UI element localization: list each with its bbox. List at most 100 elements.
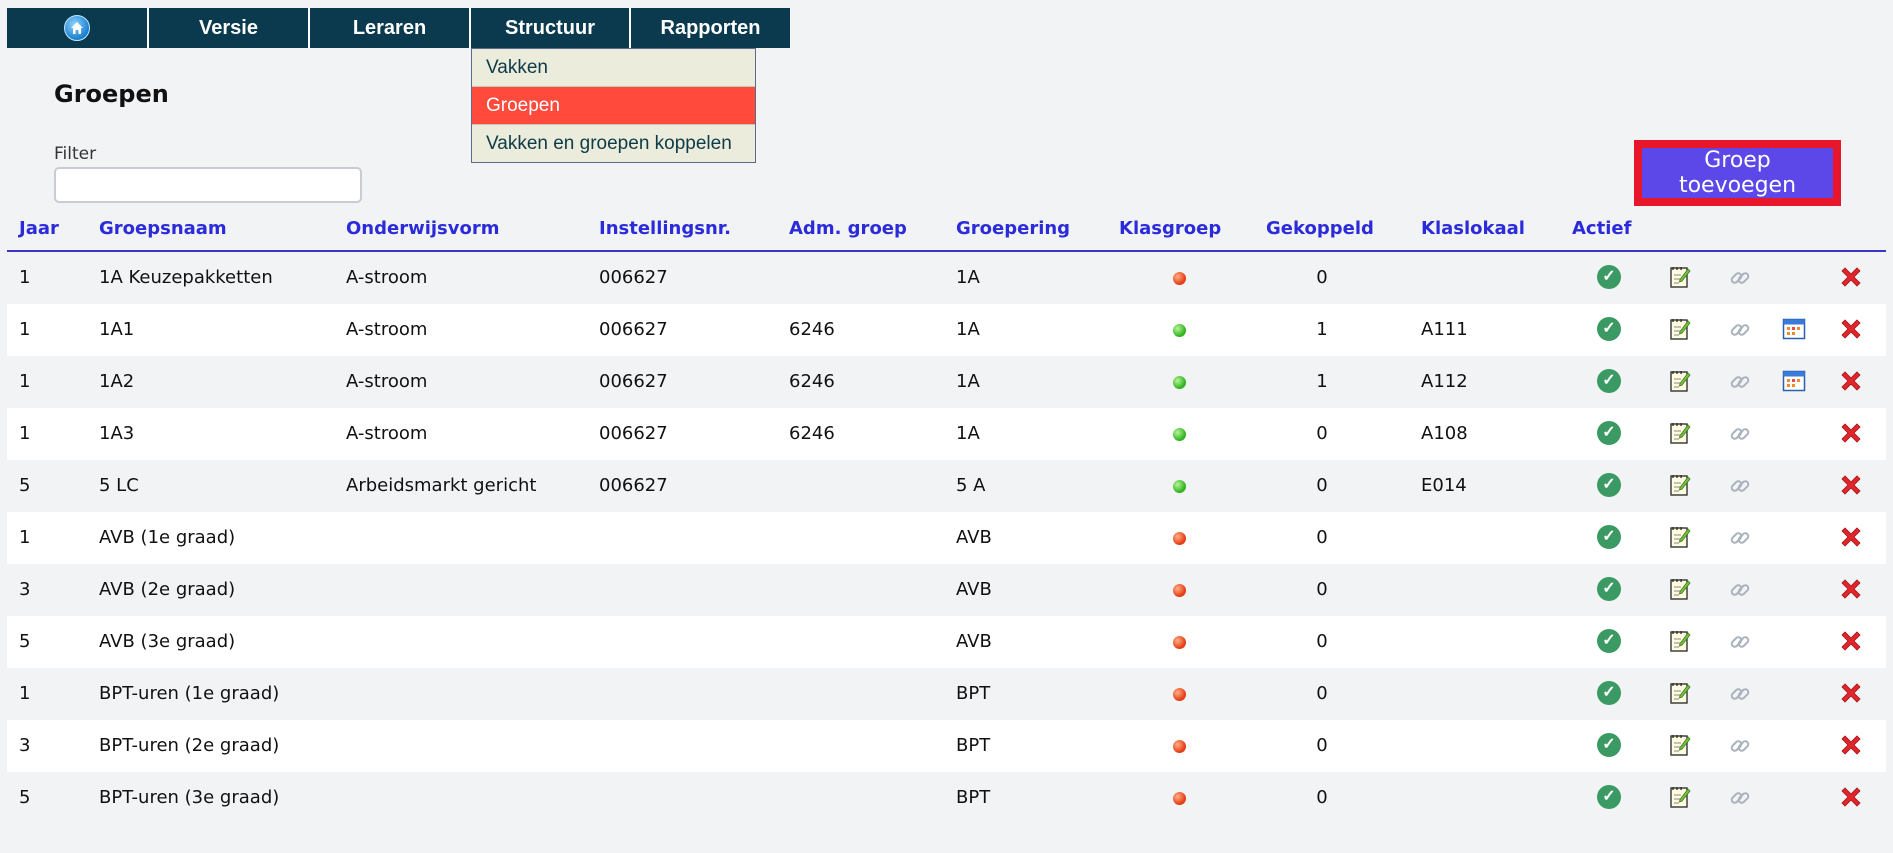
klasgroep-status-dot-icon: [1173, 740, 1186, 753]
cell-klaslokaal: E014: [1421, 475, 1467, 496]
cell-groepering: BPT: [956, 735, 991, 756]
cell-groepering: AVB: [956, 527, 992, 548]
link-icon[interactable]: [1729, 579, 1751, 601]
column-header-actief[interactable]: Actief: [1572, 218, 1631, 239]
cell-gekoppeld: 1: [1316, 371, 1328, 392]
cell-onderwijsvorm: Arbeidsmarkt gericht: [346, 475, 537, 496]
link-icon[interactable]: [1729, 475, 1751, 497]
link-icon[interactable]: [1729, 683, 1751, 705]
cell-gekoppeld: 0: [1316, 631, 1328, 652]
nav-home-button[interactable]: [7, 8, 149, 48]
cell-instellingsnr: 006627: [599, 267, 668, 288]
nav-item-leraren[interactable]: Leraren: [310, 8, 471, 48]
cell-onderwijsvorm: A-stroom: [346, 267, 428, 288]
delete-x-icon[interactable]: [1838, 576, 1864, 602]
check-circle-icon[interactable]: ✓: [1597, 681, 1621, 705]
link-icon[interactable]: [1729, 371, 1751, 393]
delete-x-icon[interactable]: [1838, 264, 1864, 290]
cell-groepsnaam: 1A Keuzepakketten: [99, 267, 273, 288]
cell-groepsnaam: BPT-uren (2e graad): [99, 735, 280, 756]
check-circle-icon[interactable]: ✓: [1597, 629, 1621, 653]
cell-groepsnaam: AVB (3e graad): [99, 631, 236, 652]
table-body: 1 1A Keuzepakketten A-stroom 006627 1A 0…: [7, 252, 1886, 824]
cell-groepsnaam: 5 LC: [99, 475, 139, 496]
edit-note-icon[interactable]: [1669, 785, 1691, 809]
link-icon[interactable]: [1729, 319, 1751, 341]
nav-item-rapporten[interactable]: Rapporten: [631, 8, 790, 48]
edit-note-icon[interactable]: [1669, 525, 1691, 549]
delete-x-icon[interactable]: [1838, 524, 1864, 550]
check-circle-icon[interactable]: ✓: [1597, 421, 1621, 445]
add-group-button[interactable]: Groep toevoegen: [1642, 148, 1833, 198]
menu-item-vakken[interactable]: Vakken: [472, 49, 755, 87]
cell-jaar: 1: [19, 371, 31, 392]
link-icon[interactable]: [1729, 423, 1751, 445]
edit-note-icon[interactable]: [1669, 629, 1691, 653]
delete-x-icon[interactable]: [1838, 732, 1864, 758]
link-icon[interactable]: [1729, 787, 1751, 809]
edit-note-icon[interactable]: [1669, 577, 1691, 601]
link-icon[interactable]: [1729, 631, 1751, 653]
klasgroep-status-dot-icon: [1173, 272, 1186, 285]
edit-note-icon[interactable]: [1669, 265, 1691, 289]
edit-note-icon[interactable]: [1669, 369, 1691, 393]
edit-note-icon[interactable]: [1669, 681, 1691, 705]
column-header-klasgroep[interactable]: Klasgroep: [1119, 218, 1221, 239]
cell-jaar: 1: [19, 423, 31, 444]
cell-gekoppeld: 0: [1316, 423, 1328, 444]
column-header-instellingsnr[interactable]: Instellingsnr.: [599, 218, 731, 239]
edit-note-icon[interactable]: [1669, 733, 1691, 757]
delete-x-icon[interactable]: [1838, 680, 1864, 706]
cell-jaar: 1: [19, 527, 31, 548]
filter-label: Filter: [54, 144, 97, 164]
check-circle-icon[interactable]: ✓: [1597, 525, 1621, 549]
check-circle-icon[interactable]: ✓: [1597, 265, 1621, 289]
calendar-icon[interactable]: [1782, 369, 1806, 393]
table-row: 1 1A3 A-stroom 006627 6246 1A 0 A108 ✓: [7, 408, 1886, 460]
delete-x-icon[interactable]: [1838, 368, 1864, 394]
edit-note-icon[interactable]: [1669, 473, 1691, 497]
delete-x-icon[interactable]: [1838, 316, 1864, 342]
column-header-jaar[interactable]: Jaar: [19, 218, 59, 239]
edit-note-icon[interactable]: [1669, 317, 1691, 341]
delete-x-icon[interactable]: [1838, 628, 1864, 654]
delete-x-icon[interactable]: [1838, 472, 1864, 498]
check-circle-icon[interactable]: ✓: [1597, 317, 1621, 341]
column-header-onderwijsvorm[interactable]: Onderwijsvorm: [346, 218, 500, 239]
nav-item-structuur[interactable]: Structuur: [471, 8, 631, 48]
link-icon[interactable]: [1729, 527, 1751, 549]
column-header-adm-groep[interactable]: Adm. groep: [789, 218, 907, 239]
nav-item-versie[interactable]: Versie: [149, 8, 310, 48]
column-header-groepering[interactable]: Groepering: [956, 218, 1070, 239]
link-icon[interactable]: [1729, 735, 1751, 757]
calendar-icon[interactable]: [1782, 317, 1806, 341]
klasgroep-status-dot-icon: [1173, 428, 1186, 441]
delete-x-icon[interactable]: [1838, 784, 1864, 810]
cell-groepering: AVB: [956, 631, 992, 652]
column-header-groepsnaam[interactable]: Groepsnaam: [99, 218, 227, 239]
link-icon[interactable]: [1729, 267, 1751, 289]
cell-instellingsnr: 006627: [599, 423, 668, 444]
menu-item-groepen[interactable]: Groepen: [472, 87, 755, 125]
klasgroep-status-dot-icon: [1173, 792, 1186, 805]
check-circle-icon[interactable]: ✓: [1597, 369, 1621, 393]
delete-x-icon[interactable]: [1838, 420, 1864, 446]
klasgroep-status-dot-icon: [1173, 584, 1186, 597]
cell-onderwijsvorm: A-stroom: [346, 423, 428, 444]
cell-gekoppeld: 0: [1316, 527, 1328, 548]
cell-jaar: 3: [19, 579, 31, 600]
check-circle-icon[interactable]: ✓: [1597, 473, 1621, 497]
filter-input[interactable]: [54, 167, 362, 203]
table-row: 1 1A Keuzepakketten A-stroom 006627 1A 0…: [7, 252, 1886, 304]
check-circle-icon[interactable]: ✓: [1597, 785, 1621, 809]
table-row: 1 BPT-uren (1e graad) BPT 0 ✓: [7, 668, 1886, 720]
check-circle-icon[interactable]: ✓: [1597, 577, 1621, 601]
column-header-gekoppeld[interactable]: Gekoppeld: [1266, 218, 1374, 239]
edit-note-icon[interactable]: [1669, 421, 1691, 445]
menu-item-vakken-en-groepen-koppelen[interactable]: Vakken en groepen koppelen: [472, 125, 755, 162]
cell-groepering: 1A: [956, 423, 980, 444]
top-nav: Versie Leraren Structuur Rapporten: [7, 8, 790, 48]
table-row: 1 1A1 A-stroom 006627 6246 1A 1 A111 ✓: [7, 304, 1886, 356]
check-circle-icon[interactable]: ✓: [1597, 733, 1621, 757]
column-header-klaslokaal[interactable]: Klaslokaal: [1421, 218, 1525, 239]
